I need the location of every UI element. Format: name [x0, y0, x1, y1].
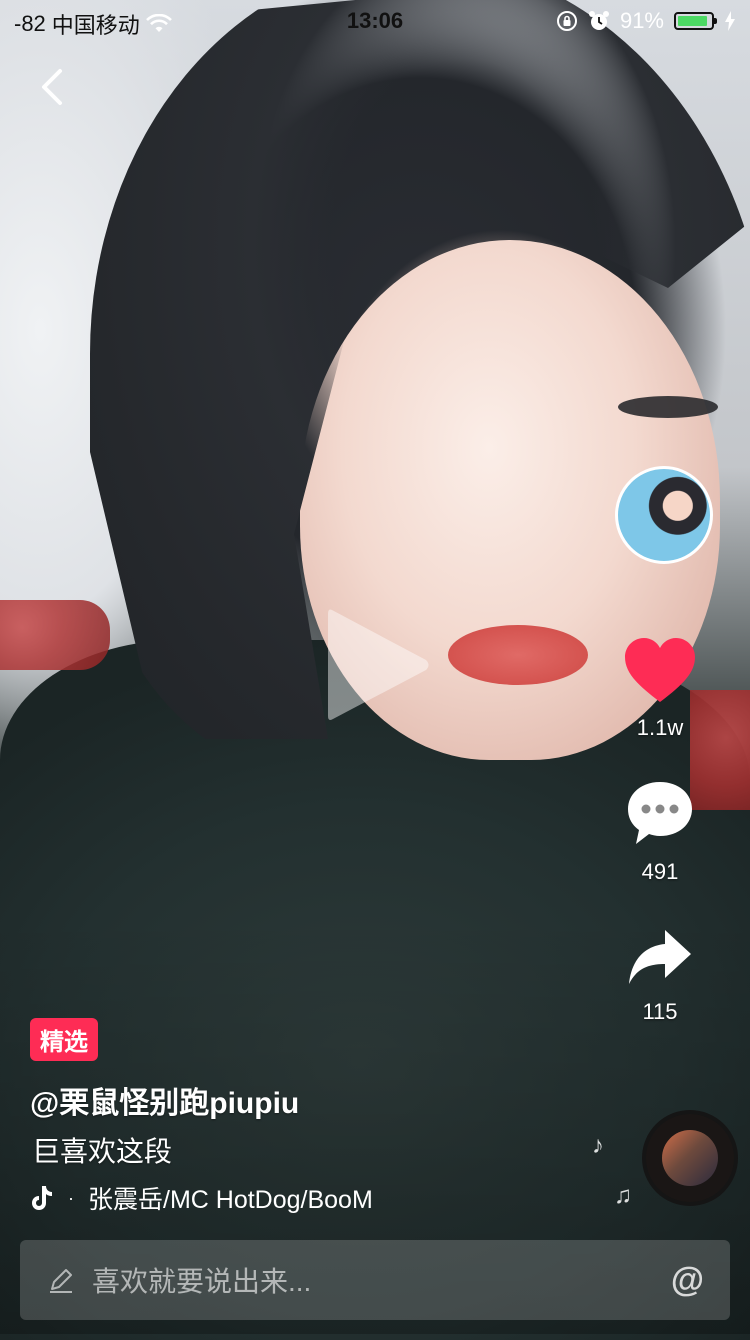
video-caption: 巨喜欢这段 [32, 1136, 173, 1167]
video-mouth [448, 625, 588, 685]
charging-icon [725, 11, 735, 31]
pencil-icon [50, 1269, 72, 1293]
play-button[interactable] [318, 600, 438, 730]
comment-count: 491 [641, 859, 679, 884]
comment-button[interactable]: 491 [610, 778, 710, 885]
album-art [662, 1130, 718, 1186]
like-count: 1.1w [636, 715, 684, 740]
alarm-icon [588, 11, 609, 30]
like-button[interactable]: 1.1w [610, 636, 710, 741]
battery-icon [674, 12, 717, 30]
author-name[interactable]: @栗鼠怪别跑piupiu [30, 1078, 299, 1122]
comment-bubble-icon [628, 782, 692, 844]
battery-fill [678, 16, 708, 26]
share-count: 115 [642, 999, 678, 1024]
music-disc[interactable] [642, 1110, 738, 1206]
back-button[interactable] [30, 62, 74, 112]
featured-badge: 精选 [30, 1018, 98, 1061]
video-eye [618, 396, 718, 418]
mention-icon[interactable]: @ [671, 1261, 704, 1300]
share-arrow-icon [629, 930, 691, 984]
music-title: 张震岳/MC HotDog/BooM [88, 1186, 373, 1214]
comment-placeholder[interactable]: 喜欢就要说出来... [92, 1260, 671, 1300]
status-bar: -82 中国移动 13:06 91% [0, 0, 750, 40]
rotation-lock-icon [556, 11, 577, 31]
share-button[interactable]: 115 [610, 926, 710, 1025]
author-avatar[interactable] [615, 466, 713, 564]
comment-input-bar[interactable]: 喜欢就要说出来... @ [20, 1240, 730, 1320]
music-note-icon: ♫ [614, 1182, 632, 1209]
tiktok-note-icon [32, 1186, 52, 1210]
music-bullet: · [68, 1187, 74, 1208]
video-sofa [0, 600, 110, 670]
chevron-left-icon [42, 69, 62, 105]
play-icon [328, 609, 429, 720]
music-note-icon: ♪ [592, 1132, 604, 1159]
heart-icon [625, 638, 695, 702]
battery-percent: 91% [619, 8, 664, 33]
status-right: 91% [556, 8, 736, 34]
music-info[interactable]: · 张震岳/MC HotDog/BooM [30, 1180, 430, 1216]
